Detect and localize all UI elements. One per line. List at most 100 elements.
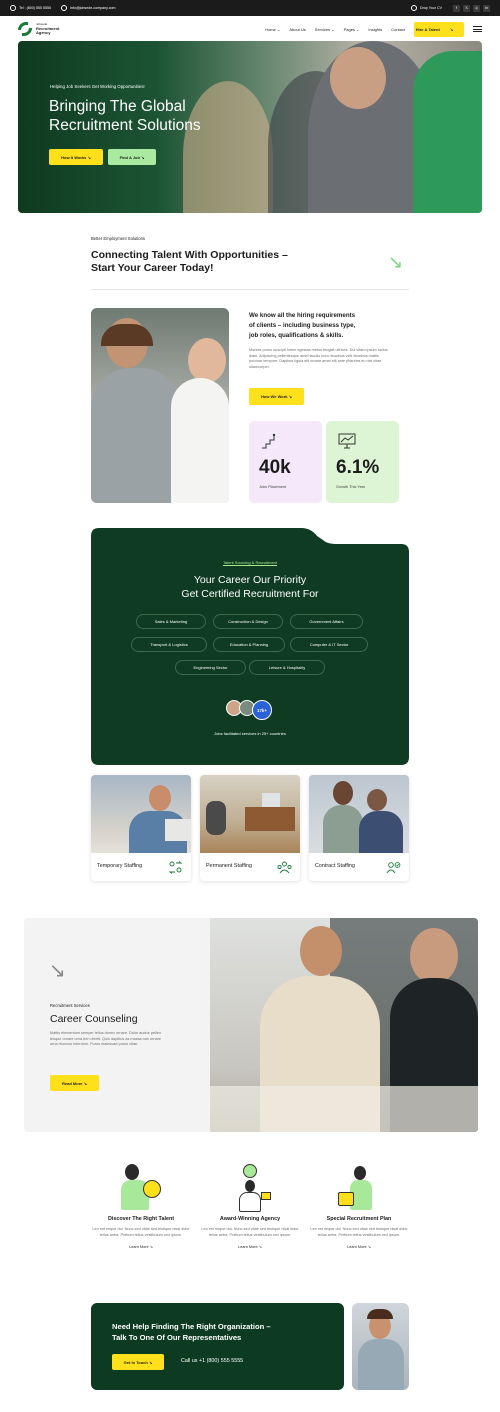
logo-mark-icon xyxy=(18,22,32,36)
how-we-work-button[interactable]: How We Work ↘ xyxy=(249,388,304,405)
phone-text: Tel : (800) 555 5555 xyxy=(19,6,51,10)
career-ladder-icon xyxy=(261,433,277,449)
feature-discover-link[interactable]: Learn More ↘ xyxy=(91,1244,191,1249)
intro-title: Connecting Talent With Opportunities – S… xyxy=(91,249,288,275)
feature-award-title: Award-Winning Agency xyxy=(219,1216,281,1222)
drop-cv-link[interactable]: Drop Your CV xyxy=(411,5,442,11)
feature-award-link[interactable]: Learn More ↘ xyxy=(200,1244,300,1249)
stat-growth-value: 6.1% xyxy=(336,457,380,478)
read-more-label: Read More xyxy=(62,1080,83,1086)
sourcing-title-line2: Get Certified Recruitment For xyxy=(181,588,319,600)
email-contact[interactable]: Info@jobsede-company.com xyxy=(60,5,116,11)
nav-services[interactable]: Services ⌄ xyxy=(315,27,335,32)
email-text: Info@jobsede-company.com xyxy=(69,6,116,10)
staffing-photo-permanent xyxy=(200,775,300,853)
people-swap-icon xyxy=(168,861,183,874)
staffing-label-temporary: Temporary Staffing xyxy=(97,863,143,869)
hire-talent-button[interactable]: Hire A Talent ↘ xyxy=(414,21,464,37)
chip-education[interactable]: Education & Planning xyxy=(213,637,285,652)
arrow-icon: ↘ xyxy=(148,1359,153,1365)
learn-more-label: Learn More xyxy=(238,1245,258,1250)
linkedin-icon[interactable]: in xyxy=(483,4,490,12)
sourcing-footnote: Jobs facilitated services in 25+ countri… xyxy=(214,731,286,736)
stat-card-jobs: 40k Jobs Placement xyxy=(249,421,322,503)
arrow-down-right-icon: ↘ xyxy=(388,252,404,272)
find-job-button[interactable]: Find A Job ↘ xyxy=(108,149,156,165)
count-badge: 17k+ xyxy=(252,700,272,720)
staffing-card-temporary[interactable]: Temporary Staffing xyxy=(91,775,191,881)
arrow-icon: ↘ xyxy=(449,26,454,32)
arrow-icon: ↘ xyxy=(149,1245,153,1250)
top-bar: Tel : (800) 555 5555 Info@jobsede-compan… xyxy=(0,0,500,16)
feature-discover-body: Leo est neque dui. Nunc sed vitae sed tr… xyxy=(92,1227,190,1237)
cta-title-line1: Need Help Finding The Right Organization… xyxy=(112,1322,271,1331)
cta-phone[interactable]: Call us +1 (800) 555 5555 xyxy=(181,1358,243,1364)
main-nav: Home ⌄ About Us Services ⌄ Pages ⌄ Insig… xyxy=(265,21,482,37)
award-illustration-icon xyxy=(225,1162,275,1212)
stat-jobs-value: 40k xyxy=(259,457,291,478)
nav-home[interactable]: Home ⌄ xyxy=(265,27,280,32)
phone-icon xyxy=(10,5,16,11)
logo-line2: Agency xyxy=(36,30,51,36)
counseling-body: Mattis elementum semper tellus donec orn… xyxy=(50,1031,162,1047)
hero-title-line2: Recruitment Solutions xyxy=(49,117,201,134)
hire-talent-label: Hire A Talent xyxy=(415,26,440,32)
about-title-line3: job roles, qualifications & skills. xyxy=(249,332,344,339)
nav-home-label: Home xyxy=(265,26,276,32)
sourcing-tag: Talent Sourcing & Recruitment xyxy=(222,560,278,565)
mail-icon xyxy=(60,5,67,11)
feature-plan: Special Recruitment Plan Leo est neque d… xyxy=(309,1162,409,1249)
feature-discover-title: Discover The Right Talent xyxy=(107,1216,175,1222)
cta-title: Need Help Finding The Right Organization… xyxy=(112,1321,271,1343)
stat-growth-label: Growth This Year xyxy=(336,485,366,489)
chip-transport[interactable]: Transport & Logistics xyxy=(131,637,207,652)
find-job-label: Find A Job xyxy=(119,154,140,160)
nav-insights[interactable]: Insights xyxy=(368,27,382,32)
chip-construction[interactable]: Construction & Design xyxy=(213,614,283,629)
about-title-line2: of clients – including business type, xyxy=(249,322,356,329)
nav-about[interactable]: About Us xyxy=(289,27,305,32)
feature-award-body: Leo est neque dui. Nunc sed vitae sed tr… xyxy=(201,1227,299,1237)
x-icon[interactable]: 𝕏 xyxy=(463,4,470,12)
nav-contact[interactable]: Contact xyxy=(391,27,405,32)
cta-banner: Need Help Finding The Right Organization… xyxy=(91,1303,344,1390)
user-contract-icon xyxy=(386,861,401,874)
divider xyxy=(91,289,409,290)
how-it-works-label: How It Works xyxy=(61,154,87,160)
phone-contact[interactable]: Tel : (800) 555 5555 xyxy=(10,5,51,11)
nav-pages-label: Pages xyxy=(343,26,355,32)
feature-award: Award-Winning Agency Leo est neque dui. … xyxy=(200,1162,300,1249)
feature-plan-link[interactable]: Learn More ↘ xyxy=(309,1244,409,1249)
arrow-down-right-icon: ↘ xyxy=(49,960,66,982)
chip-sales[interactable]: Sales & Marketing xyxy=(136,614,206,629)
chip-engineering[interactable]: Engineering Sector xyxy=(175,660,246,675)
counseling-title: Career Counseling xyxy=(50,1013,138,1025)
menu-icon[interactable] xyxy=(473,26,482,32)
read-more-button[interactable]: Read More ↘ xyxy=(50,1075,99,1091)
staffing-card-contract[interactable]: Contract Staffing xyxy=(309,775,409,881)
feature-plan-title: Special Recruitment Plan xyxy=(326,1216,392,1222)
hero-banner: Helping Job Seekers Get Working Opportun… xyxy=(18,41,482,213)
chip-government[interactable]: Government Affairs xyxy=(290,614,363,629)
how-we-work-label: How We Work xyxy=(260,394,288,399)
about-body: Montes purus suscipit lorem egestas metu… xyxy=(249,348,388,369)
hero-photo-man-head xyxy=(330,47,386,109)
facebook-icon[interactable]: f xyxy=(453,4,460,12)
how-it-works-button[interactable]: How It Works ↘ xyxy=(49,149,103,165)
sourcing-title: Your Career Our Priority Get Certified R… xyxy=(91,573,409,601)
staffing-card-permanent[interactable]: Permanent Staffing xyxy=(200,775,300,881)
staffing-photo-contract xyxy=(309,775,409,853)
staffing-label-contract: Contract Staffing xyxy=(315,863,356,869)
get-in-touch-button[interactable]: Get In Touch ↘ xyxy=(112,1354,164,1370)
hero-title-line1: Bringing The Global xyxy=(49,98,186,115)
staffing-label-permanent: Permanent Staffing xyxy=(206,863,253,869)
chip-computer[interactable]: Computer & IT Sector xyxy=(290,637,368,652)
feature-discover: Discover The Right Talent Leo est neque … xyxy=(91,1162,191,1249)
sourcing-section: Talent Sourcing & Recruitment Your Caree… xyxy=(91,528,409,765)
cta-title-line2: Talk To One Of Our Representatives xyxy=(112,1333,242,1342)
logo[interactable]: Jobsede Recruitment Agency xyxy=(18,22,59,36)
instagram-icon[interactable]: ◎ xyxy=(473,4,480,12)
chip-leisure[interactable]: Leisure & Hospitality xyxy=(249,660,325,675)
hero-kicker: Helping Job Seekers Get Working Opportun… xyxy=(50,84,145,89)
nav-pages[interactable]: Pages ⌄ xyxy=(344,27,360,32)
